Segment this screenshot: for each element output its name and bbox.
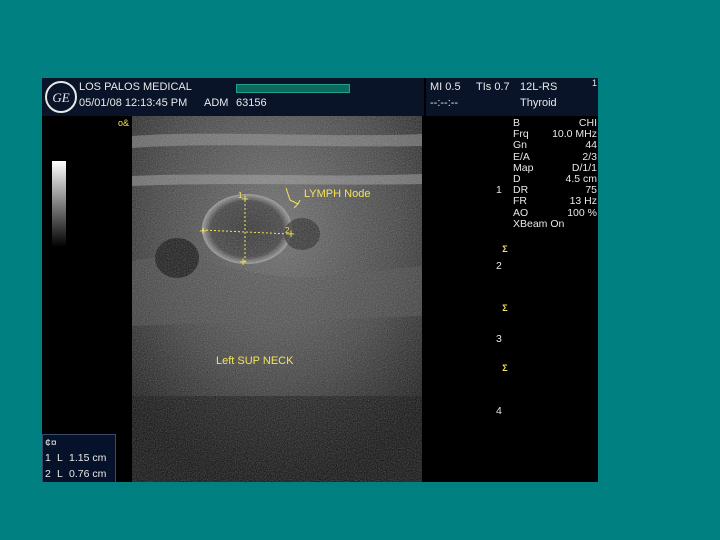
caliper-label-1: 1: [238, 191, 243, 200]
arrow-icon: [285, 187, 301, 209]
operator-id: ADM: [204, 97, 229, 109]
lymph-node-label: LYMPH Node: [304, 188, 371, 200]
measurement-panel: ¢¤ 1 L 1.15 cm 2 L 0.76 cm: [42, 434, 116, 482]
probe-name: 12L-RS: [520, 81, 558, 93]
depth-tick: 4: [496, 405, 502, 417]
parameter-row: AO 100 %: [513, 206, 597, 219]
header-right: MI 0.5 TIs 0.7 12L-RS --:--:-- Thyroid 1: [426, 78, 598, 116]
svg-text:GE: GE: [52, 90, 69, 105]
focus-marker-icon[interactable]: Σ: [500, 245, 510, 254]
parameter-row: XBeam On: [513, 217, 597, 230]
frame-marker: 1: [592, 78, 598, 88]
focus-marker-icon[interactable]: Σ: [500, 304, 510, 313]
exam-datetime: 05/01/08 12:13:45 PM: [79, 97, 188, 109]
region-label: Left SUP NECK: [216, 355, 294, 367]
preset-name: Thyroid: [520, 97, 557, 109]
patient-id: 63156: [236, 97, 267, 109]
parameter-value: 13 Hz: [569, 195, 597, 208]
progress-bar: [236, 84, 350, 93]
measurement-2-label: L: [57, 468, 63, 480]
parameter-value: 100 %: [567, 206, 597, 219]
measurement-1-value: 1.15 cm: [69, 452, 107, 464]
caliper-bottom[interactable]: +: [237, 255, 249, 268]
measurement-2-index: 2: [45, 468, 51, 480]
ge-logo-icon: GE: [45, 81, 77, 113]
measurement-1-index: 1: [45, 452, 51, 464]
depth-tick: 3: [496, 333, 502, 345]
ultrasound-image: [132, 116, 422, 482]
facility-name: LOS PALOS MEDICAL: [79, 81, 192, 93]
measurement-1-label: L: [57, 452, 63, 464]
orientation-mark: o&: [118, 118, 130, 128]
parameter-key: Gn: [513, 139, 528, 152]
ultrasound-screen: GE LOS PALOS MEDICAL 05/01/08 12:13:45 P…: [42, 78, 598, 482]
mi-value: MI 0.5: [430, 81, 461, 93]
caliper-label-2: 2: [285, 226, 290, 235]
focus-marker-icon[interactable]: Σ: [500, 364, 510, 373]
grayscale-bar: [52, 161, 66, 247]
parameter-row: Gn 44: [513, 140, 597, 151]
parameter-value: 44: [585, 139, 597, 152]
parameter-key: FR: [513, 195, 527, 208]
parameter-row: FR 13 Hz: [513, 196, 597, 207]
measurement-header: ¢¤: [45, 437, 57, 449]
parameter-panel: B CHI Frq 10.0 MHz Gn 44 E/A 2/3 Map D/1/1 D 4.5 cm…: [513, 117, 597, 230]
parameter-key: XBeam On: [513, 217, 565, 230]
header-mid: ADM 63156: [204, 78, 424, 116]
measurement-2-value: 0.76 cm: [69, 468, 107, 480]
caliper-left[interactable]: +: [197, 224, 209, 237]
clock: --:--:--: [430, 97, 459, 109]
depth-tick: 2: [496, 260, 502, 272]
depth-tick: 1: [496, 184, 502, 196]
tis-value: TIs 0.7: [476, 81, 510, 93]
